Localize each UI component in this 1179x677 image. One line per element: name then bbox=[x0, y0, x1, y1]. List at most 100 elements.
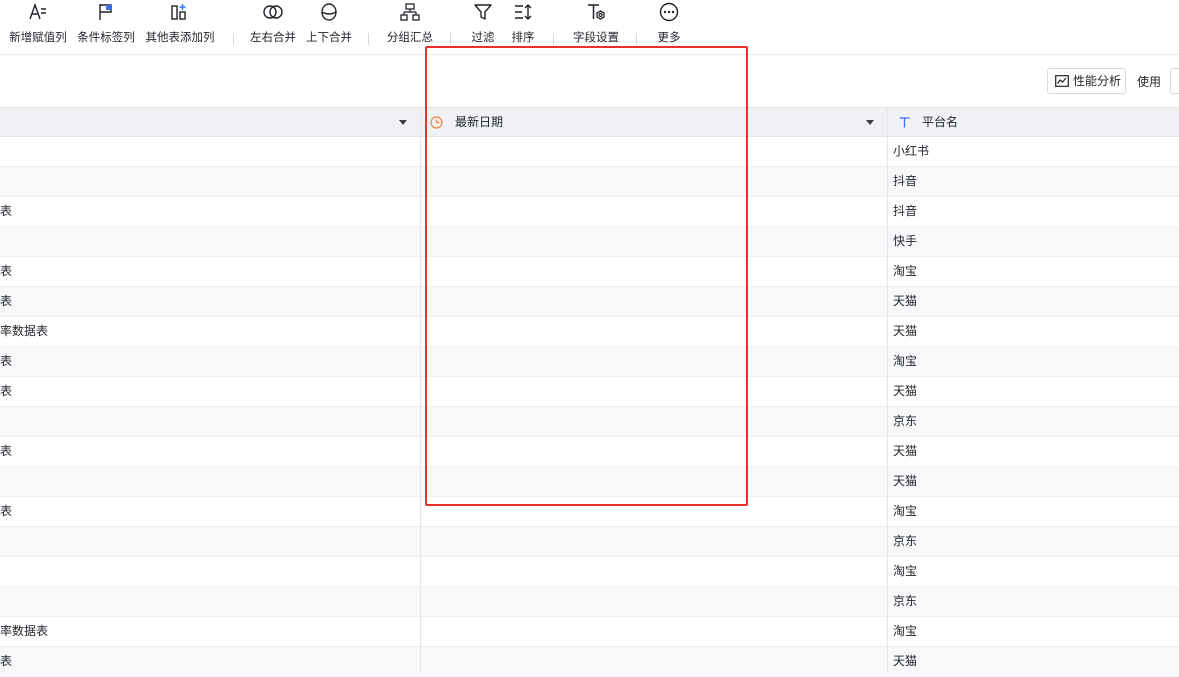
table-cell[interactable]: 淘宝 bbox=[893, 617, 1173, 646]
chevron-down-icon[interactable] bbox=[399, 120, 407, 125]
table-cell[interactable] bbox=[0, 167, 418, 196]
table-cell[interactable]: 表 bbox=[0, 197, 418, 226]
table-cell[interactable]: 天猫 bbox=[893, 377, 1173, 406]
table-cell[interactable] bbox=[428, 407, 883, 436]
condition-tag-button[interactable]: 条件标签列 bbox=[74, 0, 138, 50]
table-row[interactable]: 天猫 bbox=[0, 467, 1179, 497]
table-cell[interactable]: 天猫 bbox=[893, 287, 1173, 316]
table-cell[interactable] bbox=[428, 497, 883, 526]
table-row[interactable]: 表 淘宝 bbox=[0, 347, 1179, 377]
table-row[interactable]: 抖音 bbox=[0, 167, 1179, 197]
table-row[interactable]: 表 淘宝 bbox=[0, 257, 1179, 287]
table-cell[interactable]: 表 bbox=[0, 347, 418, 376]
sort-button[interactable]: 排序 bbox=[506, 0, 540, 50]
table-row[interactable]: 淘宝 bbox=[0, 557, 1179, 587]
table-cell[interactable]: 京东 bbox=[893, 587, 1173, 616]
table-cell[interactable]: 淘宝 bbox=[893, 557, 1173, 586]
toolbar-button-label: 排序 bbox=[511, 30, 535, 44]
table-cell[interactable] bbox=[428, 527, 883, 556]
add-column-from-table-button[interactable]: 其他表添加列 bbox=[142, 0, 218, 50]
table-cell[interactable] bbox=[428, 227, 883, 256]
table-cell[interactable]: 表 bbox=[0, 647, 418, 676]
table-cell[interactable]: 表 bbox=[0, 257, 418, 286]
table-cell[interactable]: 京东 bbox=[893, 407, 1173, 436]
table-cell[interactable] bbox=[428, 257, 883, 286]
table-cell[interactable]: 天猫 bbox=[893, 317, 1173, 346]
table-cell[interactable]: 天猫 bbox=[893, 467, 1173, 496]
condition-tag-icon bbox=[99, 4, 112, 20]
table-cell[interactable] bbox=[0, 587, 418, 616]
column-header-latest-date[interactable]: 最新日期 bbox=[421, 108, 887, 137]
performance-analysis-button[interactable]: 性能分析 bbox=[1047, 68, 1126, 94]
table-cell[interactable]: 淘宝 bbox=[893, 347, 1173, 376]
table-cell[interactable] bbox=[0, 137, 418, 166]
merge-horizontal-button[interactable]: 左右合并 bbox=[246, 0, 300, 50]
table-row[interactable]: 京东 bbox=[0, 407, 1179, 437]
table-cell[interactable] bbox=[0, 527, 418, 556]
table-cell[interactable] bbox=[428, 557, 883, 586]
table-cell[interactable]: 天猫 bbox=[893, 437, 1173, 466]
more-icon bbox=[659, 2, 679, 22]
table-cell[interactable]: 表 bbox=[0, 377, 418, 406]
table-cell[interactable]: 率数据表 bbox=[0, 617, 418, 646]
merge-horizontal-icon bbox=[263, 5, 283, 19]
table-cell[interactable]: 京东 bbox=[893, 527, 1173, 556]
toolbar-button-label: 条件标签列 bbox=[77, 30, 135, 44]
table-cell[interactable]: 率数据表 bbox=[0, 317, 418, 346]
table-row[interactable]: 表 淘宝 bbox=[0, 497, 1179, 527]
column-header-platform[interactable]: 平台名 bbox=[888, 108, 1179, 137]
table-cell[interactable]: 天猫 bbox=[893, 647, 1173, 676]
table-row[interactable]: 表 天猫 bbox=[0, 647, 1179, 677]
table-row[interactable]: 京东 bbox=[0, 527, 1179, 557]
column-divider bbox=[887, 107, 888, 671]
table-cell[interactable]: 淘宝 bbox=[893, 257, 1173, 286]
filter-button[interactable]: 过滤 bbox=[466, 0, 500, 50]
table-cell[interactable] bbox=[428, 377, 883, 406]
table-cell[interactable] bbox=[428, 167, 883, 196]
column-header-1[interactable] bbox=[0, 108, 420, 137]
table-cell[interactable] bbox=[0, 407, 418, 436]
add-assign-column-button[interactable]: 新增赋值列 bbox=[5, 0, 71, 50]
table-cell[interactable]: 抖音 bbox=[893, 167, 1173, 196]
table-row[interactable]: 表 天猫 bbox=[0, 287, 1179, 317]
table-cell[interactable] bbox=[428, 587, 883, 616]
table-cell[interactable] bbox=[428, 317, 883, 346]
toolbar-button-label: 上下合并 bbox=[306, 30, 352, 44]
table-cell[interactable] bbox=[0, 557, 418, 586]
table-cell[interactable] bbox=[428, 287, 883, 316]
group-summary-icon bbox=[400, 3, 420, 21]
table-cell[interactable]: 小红书 bbox=[893, 137, 1173, 166]
field-settings-button[interactable]: 字段设置 bbox=[569, 0, 623, 50]
table-row[interactable]: 表 天猫 bbox=[0, 377, 1179, 407]
table-cell[interactable] bbox=[428, 467, 883, 496]
table-cell[interactable] bbox=[428, 437, 883, 466]
table-cell[interactable] bbox=[428, 197, 883, 226]
more-button[interactable]: 更多 bbox=[651, 0, 687, 50]
table-row[interactable]: 小红书 bbox=[0, 137, 1179, 167]
column-header-label: 平台名 bbox=[922, 115, 959, 129]
table-cell[interactable]: 表 bbox=[0, 437, 418, 466]
table-cell[interactable] bbox=[428, 647, 883, 676]
chevron-down-icon[interactable] bbox=[866, 120, 874, 125]
toolbar-button-label: 左右合并 bbox=[250, 30, 296, 44]
table-cell[interactable] bbox=[428, 617, 883, 646]
table-cell[interactable] bbox=[428, 137, 883, 166]
merge-vertical-button[interactable]: 上下合并 bbox=[302, 0, 356, 50]
overflow-button[interactable] bbox=[1170, 68, 1179, 94]
table-row[interactable]: 率数据表 淘宝 bbox=[0, 617, 1179, 647]
use-label[interactable]: 使用 bbox=[1137, 73, 1161, 90]
table-row[interactable]: 表 抖音 bbox=[0, 197, 1179, 227]
table-row[interactable]: 表 天猫 bbox=[0, 437, 1179, 467]
table-cell[interactable]: 表 bbox=[0, 497, 418, 526]
group-summary-button[interactable]: 分组汇总 bbox=[383, 0, 437, 50]
table-cell[interactable] bbox=[0, 227, 418, 256]
table-cell[interactable]: 抖音 bbox=[893, 197, 1173, 226]
table-cell[interactable]: 表 bbox=[0, 287, 418, 316]
table-cell[interactable]: 快手 bbox=[893, 227, 1173, 256]
table-row[interactable]: 快手 bbox=[0, 227, 1179, 257]
table-row[interactable]: 京东 bbox=[0, 587, 1179, 617]
table-row[interactable]: 率数据表 天猫 bbox=[0, 317, 1179, 347]
table-cell[interactable]: 淘宝 bbox=[893, 497, 1173, 526]
table-cell[interactable] bbox=[0, 467, 418, 496]
table-cell[interactable] bbox=[428, 347, 883, 376]
